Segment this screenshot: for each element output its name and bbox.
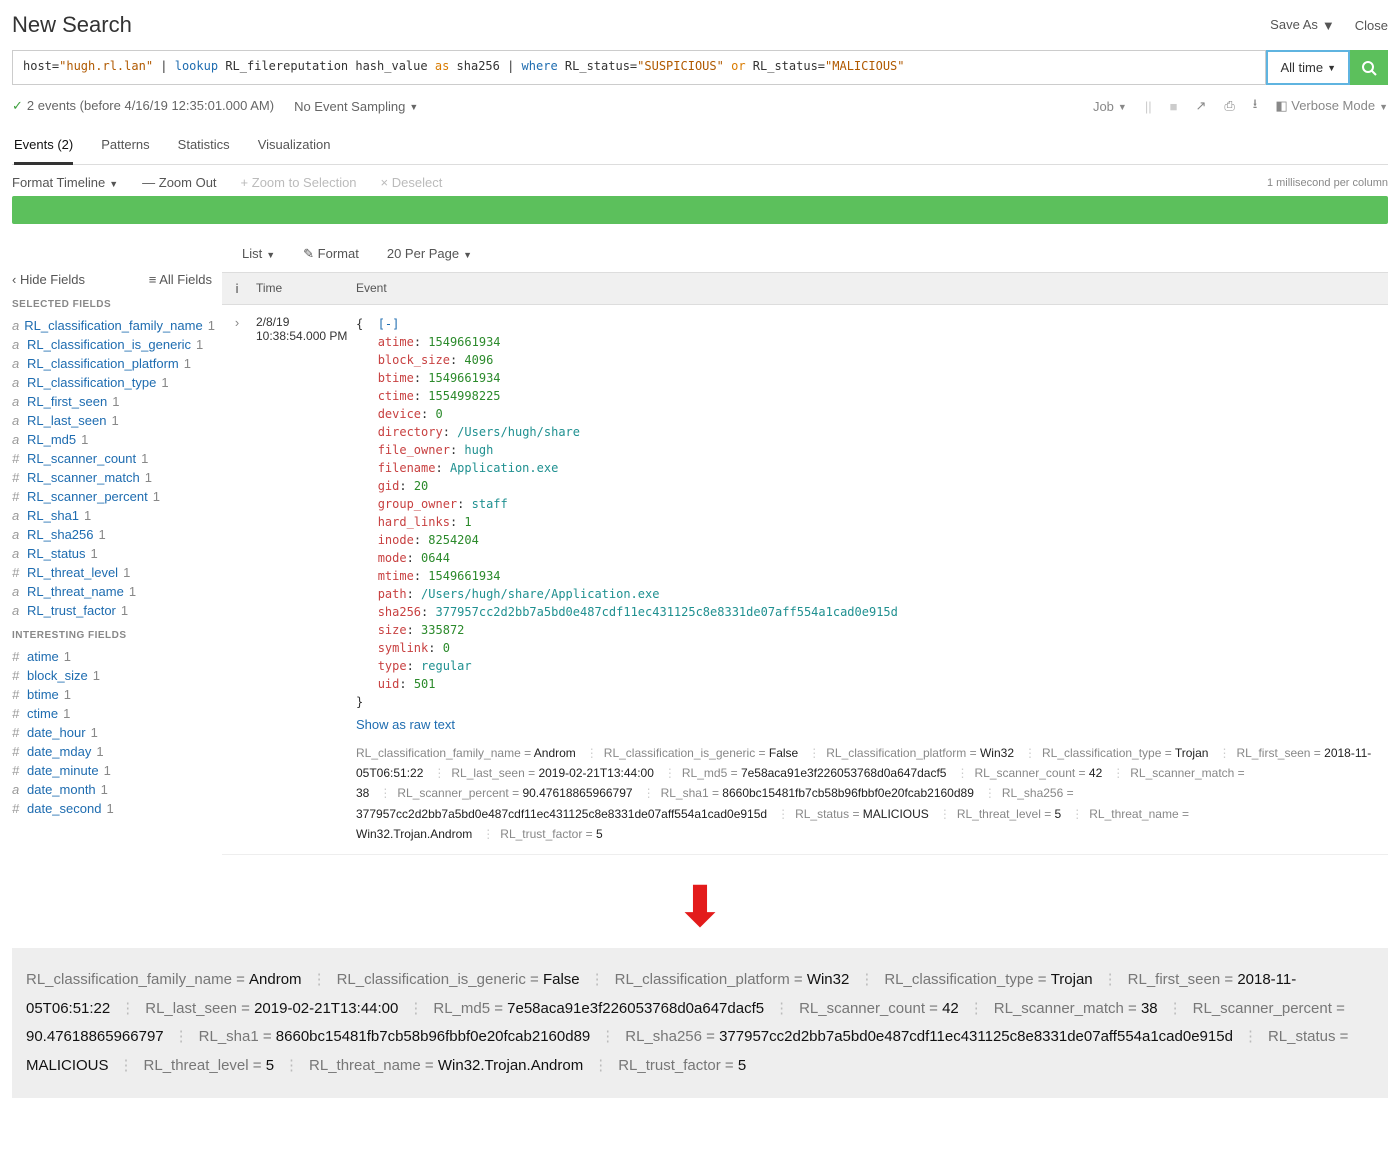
tab-visualization[interactable]: Visualization [258,127,331,164]
event-count-status: ✓2 events (before 4/16/19 12:35:01.000 A… [12,98,274,114]
show-raw-link[interactable]: Show as raw text [356,715,1384,735]
search-input[interactable]: host="hugh.rl.lan" | lookup RL_filereput… [12,50,1266,85]
field-date_second[interactable]: #date_second1 [12,799,212,818]
zoom-tags-panel: RL_classification_family_name = Androm⋮R… [12,948,1388,1098]
share-icon[interactable]: ↗ [1195,98,1206,114]
field-RL_classification_is_generic[interactable]: aRL_classification_is_generic1 [12,335,212,354]
field-atime[interactable]: #atime1 [12,647,212,666]
field-RL_first_seen[interactable]: aRL_first_seen1 [12,392,212,411]
field-RL_last_seen[interactable]: aRL_last_seen1 [12,411,212,430]
timeline-scale-label: 1 millisecond per column [1267,177,1388,189]
pause-icon[interactable]: || [1145,99,1152,114]
field-RL_classification_platform[interactable]: aRL_classification_platform1 [12,354,212,373]
field-RL_threat_name[interactable]: aRL_threat_name1 [12,582,212,601]
deselect-button: × Deselect [381,175,443,190]
field-RL_threat_level[interactable]: #RL_threat_level1 [12,563,212,582]
field-RL_classification_family_name[interactable]: aRL_classification_family_name1 [12,316,212,335]
field-RL_md5[interactable]: aRL_md51 [12,430,212,449]
selected-fields-heading: SELECTED FIELDS [12,299,212,310]
field-RL_scanner_percent[interactable]: #RL_scanner_percent1 [12,487,212,506]
event-timestamp: 2/8/19 10:38:54.000 PM [252,305,352,854]
sampling-menu[interactable]: No Event Sampling▼ [294,99,418,114]
time-range-picker[interactable]: All time▼ [1266,50,1350,85]
field-RL_classification_type[interactable]: aRL_classification_type1 [12,373,212,392]
event-body: { [-] atime: 1549661934 block_size: 4096… [352,305,1388,854]
event-tags: RL_classification_family_name = Androm⋮R… [356,743,1384,845]
field-RL_sha1[interactable]: aRL_sha11 [12,506,212,525]
stop-icon[interactable]: ■ [1170,99,1178,114]
view-list-menu[interactable]: List▼ [242,246,275,262]
col-event: Event [352,273,1388,304]
save-as-menu[interactable]: Save As▼ [1270,17,1335,33]
tab-statistics[interactable]: Statistics [178,127,230,164]
field-RL_status[interactable]: aRL_status1 [12,544,212,563]
field-date_mday[interactable]: #date_mday1 [12,742,212,761]
col-time[interactable]: Time [252,273,352,304]
page-title: New Search [12,12,132,38]
field-block_size[interactable]: #block_size1 [12,666,212,685]
field-RL_scanner_match[interactable]: #RL_scanner_match1 [12,468,212,487]
mode-menu[interactable]: ◧ Verbose Mode▼ [1275,98,1388,114]
arrow-down-icon: ⬇ [677,877,722,937]
format-button[interactable]: ✎ Format [303,246,359,262]
all-fields-button[interactable]: ≡ All Fields [149,272,212,287]
tab-patterns[interactable]: Patterns [101,127,149,164]
hide-fields-button[interactable]: ‹ Hide Fields [12,272,85,287]
close-button[interactable]: Close [1355,18,1388,33]
field-date_month[interactable]: adate_month1 [12,780,212,799]
per-page-menu[interactable]: 20 Per Page▼ [387,246,472,262]
event-row: › 2/8/19 10:38:54.000 PM { [-] atime: 15… [222,305,1388,855]
zoom-out-button[interactable]: — Zoom Out [142,175,216,190]
job-menu[interactable]: Job▼ [1093,99,1127,114]
print-icon[interactable]: ⎙ [1224,98,1234,114]
zoom-selection-button: + Zoom to Selection [241,175,357,190]
field-date_minute[interactable]: #date_minute1 [12,761,212,780]
tab-events[interactable]: Events (2) [14,127,73,165]
search-icon [1361,60,1377,76]
field-date_hour[interactable]: #date_hour1 [12,723,212,742]
field-RL_trust_factor[interactable]: aRL_trust_factor1 [12,601,212,620]
col-info: i [222,273,252,304]
collapse-toggle[interactable]: [-] [378,317,400,331]
field-ctime[interactable]: #ctime1 [12,704,212,723]
field-RL_scanner_count[interactable]: #RL_scanner_count1 [12,449,212,468]
field-RL_sha256[interactable]: aRL_sha2561 [12,525,212,544]
field-btime[interactable]: #btime1 [12,685,212,704]
interesting-fields-heading: INTERESTING FIELDS [12,630,212,641]
download-icon[interactable]: ⭳ [1253,95,1258,117]
expand-chevron-icon[interactable]: › [222,305,252,854]
format-timeline-menu[interactable]: Format Timeline▼ [12,175,118,190]
timeline-histogram[interactable] [12,196,1388,224]
search-button[interactable] [1350,50,1388,85]
